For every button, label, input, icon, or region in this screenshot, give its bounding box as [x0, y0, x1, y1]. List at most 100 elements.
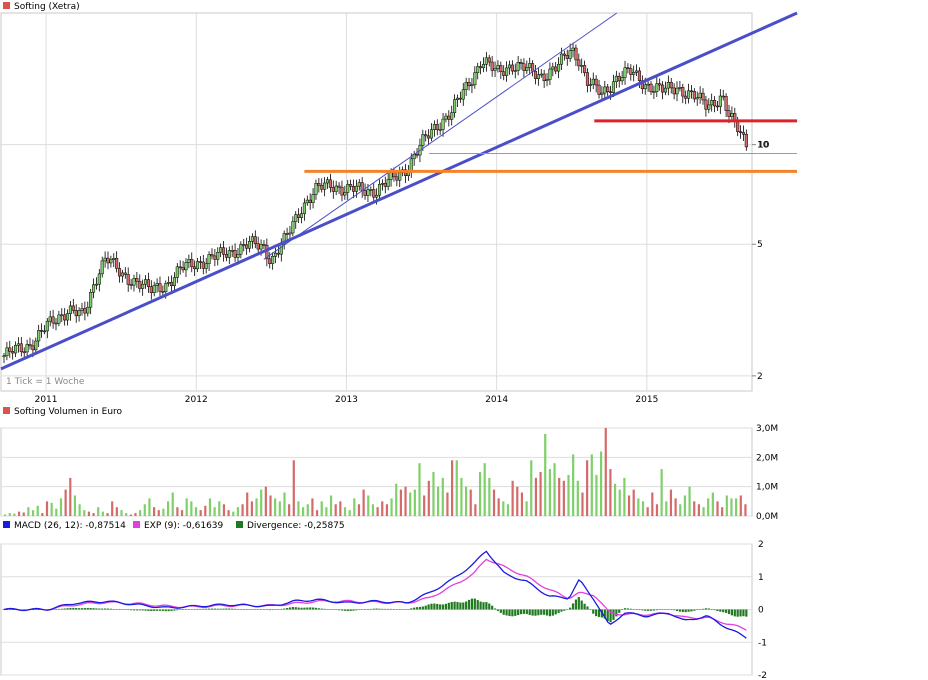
tick-note: 1 Tick = 1 Woche — [6, 377, 85, 387]
divergence-bar — [346, 609, 349, 612]
volume-bar — [157, 510, 160, 516]
volume-bar — [451, 460, 454, 516]
candle-body — [545, 79, 549, 81]
divergence-bar — [548, 609, 552, 617]
divergence-bar — [288, 607, 292, 610]
divergence-bar — [456, 602, 459, 610]
candle-body — [126, 274, 130, 285]
candle-body — [646, 83, 650, 86]
divergence-bar — [540, 609, 543, 615]
divergence-bar — [92, 608, 95, 610]
divergence-bar — [739, 609, 742, 617]
macd-y-axis: -2 -1 0 1 2 — [758, 540, 767, 680]
candle-body — [346, 184, 350, 193]
divergence-bar — [623, 608, 627, 610]
candle-body — [323, 182, 327, 190]
candle-body — [308, 199, 312, 203]
volume-bar — [590, 454, 593, 516]
volume-bar — [390, 498, 393, 516]
divergence-bar — [410, 608, 413, 610]
candle-body — [707, 104, 711, 110]
candle-body — [629, 68, 633, 75]
divergence-bar — [259, 609, 263, 610]
volume-bar — [222, 504, 226, 516]
divergence-bar — [595, 609, 598, 617]
candle-body — [158, 283, 162, 292]
volume-bar — [432, 472, 435, 516]
divergence-bar — [343, 609, 346, 611]
candle-body — [363, 190, 367, 196]
divergence-bar — [658, 609, 661, 610]
candle-body — [247, 241, 252, 249]
volume-bar — [530, 460, 533, 516]
macd-y-tick-label: 2 — [758, 540, 764, 550]
divergence-bar — [427, 604, 430, 610]
last-price-label: 10 — [758, 141, 770, 151]
volume-bar — [395, 483, 398, 516]
divergence-bar — [158, 609, 162, 611]
divergence-bar — [661, 609, 664, 610]
divergence-bar — [37, 609, 40, 610]
divergence-bar — [239, 609, 242, 610]
volume-bar — [283, 492, 286, 516]
candle-body — [337, 185, 341, 188]
candle-body — [285, 233, 289, 235]
divergence-bar — [496, 609, 500, 611]
divergence-bar — [632, 609, 635, 610]
divergence-bar — [696, 609, 699, 611]
candle-body — [97, 273, 101, 285]
divergence-bar — [670, 609, 673, 610]
candle-body — [704, 99, 708, 110]
candle-body — [129, 284, 133, 286]
candle-body — [100, 260, 104, 275]
volume-bar — [241, 504, 244, 516]
candle-body — [432, 124, 436, 130]
candle-body — [37, 330, 41, 342]
divergence-bar — [153, 609, 156, 611]
divergence-bar — [262, 609, 266, 610]
divergence-bar — [693, 609, 696, 611]
volume-bar — [641, 501, 645, 516]
candle-body — [571, 47, 575, 51]
divergence-bar — [219, 608, 222, 610]
candle-body — [250, 236, 254, 242]
candle-body — [626, 67, 630, 69]
volume-bar — [660, 469, 663, 516]
volume-bar — [260, 489, 263, 516]
candle-body — [311, 194, 315, 203]
divergence-bar — [537, 609, 540, 616]
divergence-bar — [69, 607, 72, 610]
divergence-bar — [571, 603, 575, 610]
candle-body — [230, 250, 234, 252]
volume-bar — [73, 495, 77, 516]
candle-body — [204, 263, 208, 269]
divergence-bar — [78, 608, 81, 610]
divergence-bar — [384, 608, 387, 610]
candle-body — [551, 66, 555, 70]
candle-body — [669, 81, 673, 89]
divergence-bar — [415, 607, 419, 610]
candle-body — [14, 344, 18, 354]
candle-body — [603, 86, 607, 94]
candle-body — [655, 83, 659, 92]
divergence-bar — [430, 603, 433, 610]
macd-y-tick-label: -2 — [758, 671, 767, 680]
volume-bar — [362, 489, 365, 516]
volume-bar — [427, 480, 430, 516]
candle-body — [83, 308, 87, 314]
divergence-bar — [173, 609, 176, 611]
divergence-bar — [534, 609, 537, 616]
candle-body — [591, 78, 595, 85]
candle-body — [687, 90, 691, 99]
candle-body — [117, 268, 122, 277]
candle-body — [198, 261, 202, 263]
divergence-bar — [615, 609, 618, 617]
volume-bar — [595, 474, 598, 516]
divergence-bar — [337, 609, 341, 611]
volume-bar — [125, 513, 128, 516]
candle-body — [467, 82, 471, 87]
divergence-bar — [375, 608, 378, 610]
volume-bar — [488, 477, 491, 516]
divergence-bar — [285, 608, 289, 610]
chart-canvas: 251010 2011 2012 2013 2014 2015 Softing (Xet… — [0, 2, 798, 680]
